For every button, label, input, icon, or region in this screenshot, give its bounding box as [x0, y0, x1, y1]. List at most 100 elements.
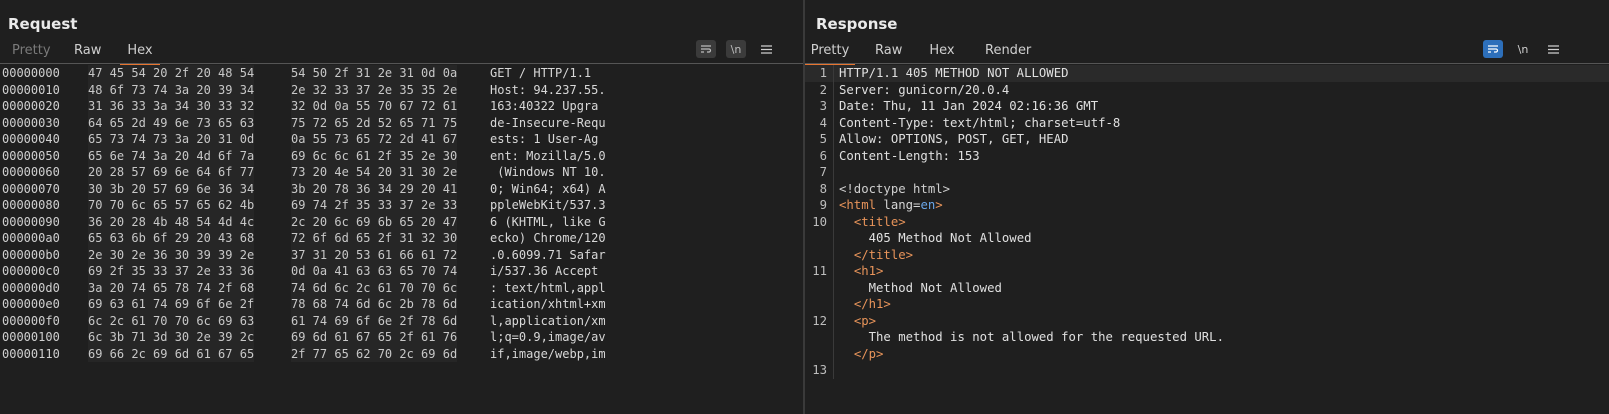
tab-response-hex[interactable]: Hex	[929, 40, 955, 63]
line-content: The method is not allowed for the reques…	[839, 329, 1224, 346]
wrap-lines-icon[interactable]	[1483, 40, 1503, 58]
code-line[interactable]: The method is not allowed for the reques…	[805, 329, 1609, 346]
hex-row[interactable]: 00000090 36 20 28 4b 48 54 4d 4c 2c 20 6c …	[0, 213, 803, 230]
html-attr: lang=	[876, 198, 921, 212]
line-number: 2	[819, 82, 827, 97]
code-line[interactable]: 7	[805, 164, 1609, 181]
line-content: Content-Type: text/html; charset=utf-8	[839, 115, 1120, 132]
hex-offset: 00000000	[2, 66, 60, 80]
hex-bytes-first: 20 28 57 69 6e 64 6f 77	[88, 164, 255, 181]
hamburger-menu-icon[interactable]	[1543, 40, 1563, 58]
hex-bytes-first: 69 66 2c 69 6d 61 67 65	[88, 345, 255, 362]
code-line[interactable]: 4 Content-Type: text/html; charset=utf-8	[805, 114, 1609, 132]
hex-offset: 00000050	[2, 148, 60, 163]
hex-bytes-first: 6c 2c 61 70 70 6c 69 63	[88, 312, 255, 329]
code-line[interactable]: 5 Allow: OPTIONS, POST, GET, HEAD	[805, 131, 1609, 148]
request-title: Request	[8, 15, 78, 33]
hex-row[interactable]: 00000020 31 36 33 3a 34 30 33 32 32 0d 0a …	[0, 98, 803, 115]
code-line[interactable]: 12 <p>	[805, 312, 1609, 329]
hex-bytes-first: 69 2f 35 33 37 2e 33 36	[88, 263, 255, 280]
hex-row[interactable]: 000000f0 6c 2c 61 70 70 6c 69 63 61 74 69 …	[0, 312, 803, 329]
hex-row[interactable]: 00000050 65 6e 74 3a 20 4d 6f 7a 69 6c 6c …	[0, 147, 803, 164]
code-line[interactable]: 3 Date: Thu, 11 Jan 2024 02:16:36 GMT	[805, 98, 1609, 115]
gutter-divider	[833, 164, 834, 181]
code-line[interactable]: 13	[805, 362, 1609, 379]
hex-row[interactable]: 000000b0 2e 30 2e 36 30 39 39 2e 37 31 20 …	[0, 246, 803, 263]
hex-bytes-second: 72 6f 6d 65 2f 31 32 30	[291, 230, 458, 247]
hex-row[interactable]: 000000a0 65 63 6b 6f 29 20 43 68 72 6f 6d …	[0, 230, 803, 247]
hex-offset: 00000080	[2, 198, 60, 212]
hex-row[interactable]: 00000080 70 70 6c 65 57 65 62 4b 69 74 2f …	[0, 197, 803, 214]
editor-border	[0, 63, 803, 64]
hex-bytes-second: 32 0d 0a 55 70 67 72 61	[291, 98, 458, 115]
code-line[interactable]: </p>	[805, 345, 1609, 362]
gutter-divider	[833, 246, 834, 263]
gutter-divider	[833, 345, 834, 362]
hex-row[interactable]: 00000010 48 6f 73 74 3a 20 39 34 2e 32 33 …	[0, 81, 803, 98]
hex-row[interactable]: 00000070 30 3b 20 57 69 6e 36 34 3b 20 78 …	[0, 180, 803, 197]
hex-offset: 000000f0	[2, 313, 60, 328]
hex-bytes-first: 6c 3b 71 3d 30 2e 39 2c	[88, 329, 255, 346]
line-number: 6	[819, 148, 827, 163]
hex-row[interactable]: 00000100 6c 3b 71 3d 30 2e 39 2c 69 6d 61 …	[0, 329, 803, 346]
gutter-divider	[833, 65, 834, 82]
tab-response-raw[interactable]: Raw	[875, 40, 902, 63]
hex-offset: 000000b0	[2, 247, 60, 262]
code-line[interactable]: </h1>	[805, 296, 1609, 313]
hex-ascii: ication/xhtml+xm	[490, 297, 606, 311]
hex-row[interactable]: 00000040 65 73 74 73 3a 20 31 0d 0a 55 73 …	[0, 131, 803, 148]
hex-ascii: ests: 1 User-Ag	[490, 132, 599, 146]
hex-ascii: i/537.36 Accept	[490, 264, 599, 278]
gutter-divider	[833, 263, 834, 280]
hex-bytes-first: 48 6f 73 74 3a 20 39 34	[88, 81, 255, 98]
line-content: HTTP/1.1 405 METHOD NOT ALLOWED	[839, 65, 1069, 82]
hex-bytes-second: 69 6d 61 67 65 2f 61 76	[291, 329, 458, 346]
line-content: Allow: OPTIONS, POST, GET, HEAD	[839, 131, 1069, 148]
line-number: 1	[819, 66, 827, 80]
code-line[interactable]: 11 <h1>	[805, 263, 1609, 280]
tab-response-render[interactable]: Render	[985, 40, 1031, 63]
html-tag: <h1>	[853, 264, 884, 278]
tab-response-pretty[interactable]: Pretty	[805, 40, 855, 65]
hex-offset: 00000090	[2, 214, 60, 229]
response-title: Response	[816, 15, 898, 33]
hex-offset: 00000020	[2, 99, 60, 113]
code-line[interactable]: 6 Content-Length: 153	[805, 147, 1609, 165]
hex-bytes-second: 0a 55 73 65 72 2d 41 67	[291, 131, 458, 148]
hex-bytes-second: 2f 77 65 62 70 2c 69 6d	[291, 345, 458, 362]
hex-offset: 00000010	[2, 82, 60, 97]
tab-request-pretty[interactable]: Pretty	[12, 40, 51, 63]
hex-row[interactable]: 000000c0 69 2f 35 33 37 2e 33 36 0d 0a 41 …	[0, 263, 803, 280]
hex-ascii: de-Insecure-Requ	[490, 115, 606, 130]
hex-row[interactable]: 00000060 20 28 57 69 6e 64 6f 77 73 20 4e …	[0, 164, 803, 181]
code-line[interactable]: 8 <!doctype html>	[805, 180, 1609, 197]
hex-ascii: GET / HTTP/1.1	[490, 66, 592, 80]
newline-toggle-button[interactable]: \n	[1513, 40, 1533, 58]
code-line[interactable]: 9 <html lang=en>	[805, 197, 1609, 214]
line-content: Content-Length: 153	[839, 148, 980, 165]
line-number: 13	[812, 363, 827, 377]
hex-row[interactable]: 00000030 64 65 2d 49 6e 73 65 63 75 72 65 …	[0, 114, 803, 131]
code-line[interactable]: 1 HTTP/1.1 405 METHOD NOT ALLOWED	[805, 65, 1609, 82]
tab-request-hex[interactable]: Hex	[120, 40, 160, 65]
code-line[interactable]: 405 Method Not Allowed	[805, 230, 1609, 247]
hex-row[interactable]: 00000000 47 45 54 20 2f 20 48 54 54 50 2f …	[0, 65, 803, 82]
newline-toggle-button[interactable]: \n	[726, 40, 746, 58]
line-content: </h1>	[839, 296, 891, 313]
hex-bytes-first: 65 63 6b 6f 29 20 43 68	[88, 230, 255, 247]
tab-request-raw[interactable]: Raw	[74, 40, 101, 63]
code-line[interactable]: 2 Server: gunicorn/20.0.4	[805, 81, 1609, 98]
code-line[interactable]: 10 <title>	[805, 213, 1609, 230]
gutter-divider	[833, 279, 834, 296]
hamburger-menu-icon[interactable]	[756, 40, 776, 58]
code-line[interactable]: </title>	[805, 246, 1609, 263]
code-line[interactable]: Method Not Allowed	[805, 279, 1609, 296]
hex-offset: 000000e0	[2, 297, 60, 311]
wrap-lines-icon[interactable]	[696, 40, 716, 58]
gutter-divider	[833, 213, 834, 230]
hex-row[interactable]: 00000110 69 66 2c 69 6d 61 67 65 2f 77 65 …	[0, 345, 803, 362]
response-code: 1 HTTP/1.1 405 METHOD NOT ALLOWED 2 Server:…	[805, 65, 1609, 379]
hex-row[interactable]: 000000e0 69 63 61 74 69 6f 6e 2f 78 68 74 …	[0, 296, 803, 313]
hex-row[interactable]: 000000d0 3a 20 74 65 78 74 2f 68 74 6d 6c …	[0, 279, 803, 296]
